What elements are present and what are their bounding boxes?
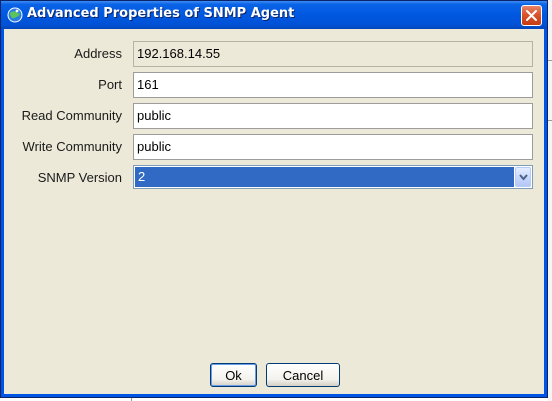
port-label: Port	[98, 77, 122, 92]
write-community-label: Write Community	[22, 139, 122, 154]
snmp-agent-dialog: Advanced Properties of SNMP Agent Addres…	[0, 0, 548, 398]
address-label: Address	[74, 46, 122, 61]
snmp-version-value: 2	[135, 167, 514, 187]
port-row: Port 161	[4, 72, 544, 98]
address-field: 192.168.14.55	[133, 41, 533, 67]
dropdown-button[interactable]	[515, 167, 531, 187]
dialog-content: Address 192.168.14.55 Port 161 Read Comm…	[4, 29, 544, 394]
snmp-version-row: SNMP Version 2	[4, 165, 544, 191]
chevron-down-icon	[519, 174, 528, 181]
snmp-version-select[interactable]: 2	[133, 165, 533, 189]
read-community-row: Read Community public	[4, 103, 544, 129]
close-button[interactable]	[521, 5, 542, 26]
read-community-label: Read Community	[21, 108, 122, 123]
close-icon	[526, 10, 537, 21]
title-bar[interactable]: Advanced Properties of SNMP Agent	[1, 1, 547, 29]
write-community-row: Write Community public	[4, 134, 544, 160]
port-input[interactable]: 161	[133, 72, 533, 98]
cancel-button[interactable]: Cancel	[266, 363, 340, 387]
snmp-version-label: SNMP Version	[37, 170, 122, 185]
address-row: Address 192.168.14.55	[4, 41, 544, 67]
write-community-input[interactable]: public	[133, 134, 533, 160]
window-title: Advanced Properties of SNMP Agent	[27, 6, 295, 21]
background-divider	[548, 120, 552, 121]
ok-button[interactable]: Ok	[210, 363, 257, 387]
background-divider	[548, 60, 552, 61]
read-community-input[interactable]: public	[133, 103, 533, 129]
globe-icon	[7, 7, 23, 23]
